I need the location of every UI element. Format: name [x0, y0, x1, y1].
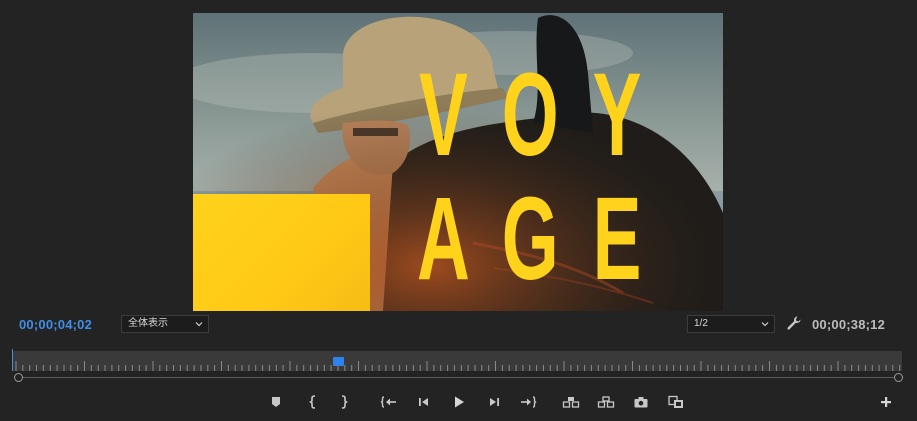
mark-out-icon	[341, 395, 348, 409]
extract-icon	[597, 396, 615, 408]
title-letter: O	[501, 49, 559, 181]
step-forward-icon	[490, 398, 499, 406]
in-point-line	[12, 349, 13, 371]
playhead[interactable]	[333, 357, 344, 366]
button-editor-button[interactable]	[877, 394, 895, 410]
title-letter: E	[592, 173, 642, 305]
wrench-icon[interactable]	[786, 315, 802, 331]
lift-icon	[562, 397, 580, 408]
button-editor-icon	[881, 397, 891, 407]
export-frame-button[interactable]	[632, 394, 650, 410]
playback-resolution-value: 1/2	[694, 318, 708, 329]
timeline-scrub-bar[interactable]	[12, 351, 902, 371]
zoom-handle-right[interactable]	[894, 373, 903, 382]
zoom-level-dropdown[interactable]: 全体表示	[121, 315, 209, 333]
mark-in-button[interactable]	[304, 394, 322, 410]
timeline-ruler-ticks	[15, 361, 901, 371]
title-text-line-1: V O Y	[400, 56, 660, 174]
add-marker-icon	[272, 397, 280, 407]
yellow-graphic-block	[193, 194, 370, 311]
title-letter: G	[501, 173, 559, 305]
step-back-icon	[419, 398, 428, 406]
playback-resolution-dropdown[interactable]: 1/2	[687, 315, 775, 333]
export-frame-icon	[634, 397, 648, 408]
go-to-out-icon	[521, 396, 537, 408]
chevron-down-icon	[195, 322, 203, 327]
title-letter: V	[418, 49, 468, 181]
go-to-out-button[interactable]	[519, 394, 537, 410]
go-to-in-button[interactable]	[380, 394, 398, 410]
title-letter: Y	[592, 49, 642, 181]
compare-view-icon	[668, 395, 683, 408]
zoom-scroll-track[interactable]	[22, 377, 895, 378]
zoom-handle-left[interactable]	[14, 373, 23, 382]
add-marker-button[interactable]	[267, 394, 285, 410]
duration-timecode: 00;00;38;12	[812, 317, 886, 332]
mark-in-icon	[309, 395, 316, 409]
title-text-line-2: A G E	[400, 180, 660, 298]
lift-button[interactable]	[562, 394, 580, 410]
go-to-in-icon	[380, 396, 396, 408]
program-monitor: V O Y A G E 00;00;04;02 全体表示 1/2 00;00;3…	[0, 0, 917, 421]
video-preview[interactable]: V O Y A G E	[193, 13, 723, 311]
current-timecode[interactable]: 00;00;04;02	[19, 317, 92, 332]
zoom-level-value: 全体表示	[128, 318, 168, 329]
chevron-down-icon	[761, 322, 769, 327]
mark-out-button[interactable]	[335, 394, 353, 410]
play-button[interactable]	[450, 394, 468, 410]
extract-button[interactable]	[597, 394, 615, 410]
title-letter: A	[416, 173, 470, 305]
comparison-view-button[interactable]	[667, 394, 685, 410]
step-forward-button[interactable]	[485, 394, 503, 410]
step-back-button[interactable]	[415, 394, 433, 410]
play-icon	[455, 396, 464, 408]
